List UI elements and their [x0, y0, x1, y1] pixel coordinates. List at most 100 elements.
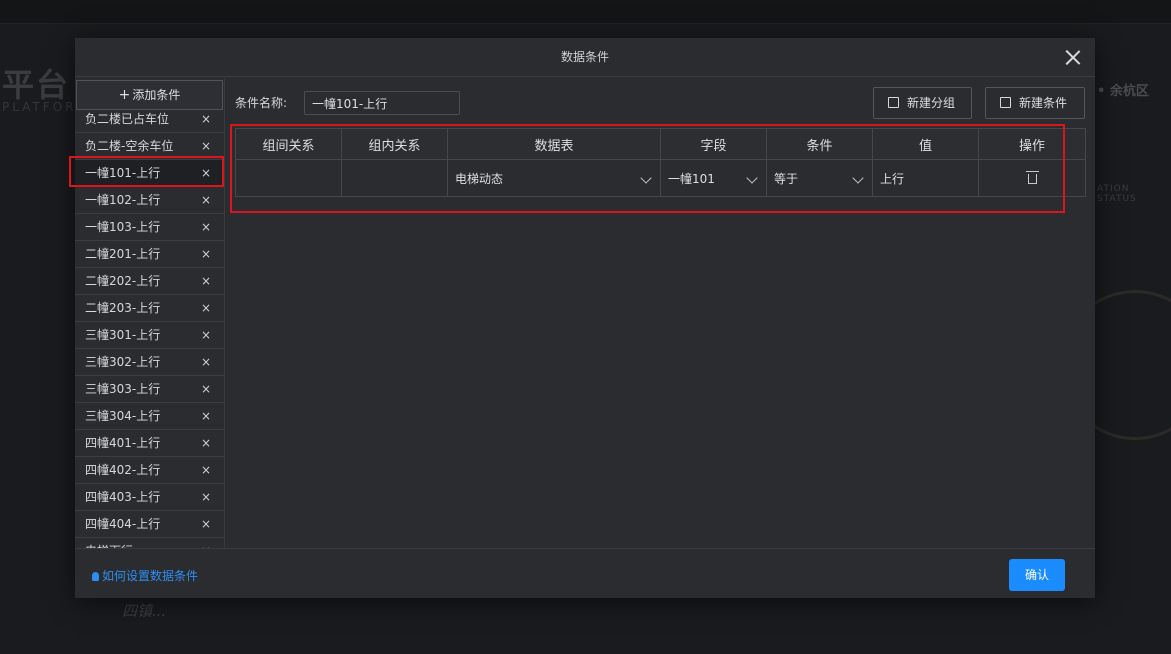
condition-editor: 条件名称: 新建分组 新建条件 组间关系 组内关系 数据表 字段 条件 值 操作 — [225, 78, 1095, 548]
condition-list-item[interactable]: 三幢301-上行 × — [75, 322, 224, 349]
condition-list-item[interactable]: 四幢402-上行 × — [75, 457, 224, 484]
remove-condition-icon[interactable]: × — [201, 457, 211, 483]
new-group-button[interactable]: 新建分组 — [873, 87, 972, 119]
field-select[interactable]: 一幢101 — [660, 159, 767, 197]
condition-list-item[interactable]: 负二楼-空余车位 × — [75, 133, 224, 160]
table-row: 电梯动态 一幢101 等于 上行 — [235, 159, 1086, 197]
remove-condition-icon[interactable]: × — [201, 214, 211, 240]
condition-item-label: 二幢202-上行 — [85, 274, 161, 288]
condition-item-label: 三幢301-上行 — [85, 328, 161, 342]
condition-item-label: 四幢401-上行 — [85, 436, 161, 450]
help-link-label: 如何设置数据条件 — [102, 569, 199, 583]
condition-name-input[interactable] — [304, 91, 460, 115]
chevron-down-icon — [640, 172, 652, 184]
condition-item-label: 三幢303-上行 — [85, 382, 161, 396]
remove-condition-icon[interactable]: × — [201, 511, 211, 537]
remove-condition-icon[interactable]: × — [201, 133, 211, 159]
condition-sidebar: 负二楼已占车位 × 负二楼-空余车位 × 一幢101-上行 × 一幢102-上行 × 一幢103… — [75, 78, 225, 548]
data-table-select[interactable]: 电梯动态 — [447, 159, 661, 197]
header-condition: 条件 — [766, 128, 873, 160]
condition-list-item[interactable]: 三幢303-上行 × — [75, 376, 224, 403]
new-group-label: 新建分组 — [907, 96, 956, 110]
header-group-relation: 组间关系 — [235, 128, 342, 160]
dialog-header: 数据条件 — [75, 38, 1095, 77]
field-value: 一幢101 — [668, 171, 715, 186]
remove-condition-icon[interactable]: × — [201, 187, 211, 213]
help-link[interactable]: 如何设置数据条件 — [92, 567, 198, 584]
action-cell — [978, 159, 1086, 197]
condition-list-item[interactable]: 二幢203-上行 × — [75, 295, 224, 322]
background-region: • 余杭区 — [1097, 84, 1149, 99]
condition-list-item[interactable]: 三幢304-上行 × — [75, 403, 224, 430]
condition-list-item[interactable]: 一幢102-上行 × — [75, 187, 224, 214]
dialog-title: 数据条件 — [560, 50, 609, 64]
new-condition-label: 新建条件 — [1019, 96, 1068, 110]
header-field: 字段 — [660, 128, 767, 160]
condition-item-label: 一幢102-上行 — [85, 193, 161, 207]
condition-item-label: 一幢101-上行 — [85, 166, 161, 180]
condition-name-label: 条件名称: — [235, 96, 288, 110]
condition-list-item[interactable]: 电梯下行× — [75, 538, 224, 548]
condition-list-item[interactable]: 四幢403-上行 × — [75, 484, 224, 511]
condition-list-item[interactable]: 二幢202-上行 × — [75, 268, 224, 295]
plus-icon: + — [118, 87, 131, 103]
condition-list-item[interactable]: 四幢401-上行 × — [75, 430, 224, 457]
condition-list-item[interactable]: 三幢302-上行 × — [75, 349, 224, 376]
condition-item-label: 四幢404-上行 — [85, 517, 161, 531]
remove-condition-icon[interactable]: × — [201, 349, 211, 375]
table-header-row: 组间关系 组内关系 数据表 字段 条件 值 操作 — [235, 128, 1086, 160]
condition-list: 负二楼已占车位 × 负二楼-空余车位 × 一幢101-上行 × 一幢102-上行 × 一幢103… — [75, 106, 224, 548]
condition-item-label: 二幢203-上行 — [85, 301, 161, 315]
data-condition-dialog: 数据条件 负二楼已占车位 × 负二楼-空余车位 × 一幢101-上行 × 一幢102-上行 ×… — [75, 38, 1095, 598]
group-relation-cell[interactable] — [235, 159, 342, 197]
chevron-down-icon — [852, 172, 864, 184]
condition-item-label: 负二楼-空余车位 — [85, 139, 174, 153]
new-condition-icon — [1000, 97, 1011, 108]
condition-select[interactable]: 等于 — [766, 159, 873, 197]
add-condition-label: 添加条件 — [132, 88, 181, 102]
inner-relation-cell[interactable] — [341, 159, 448, 197]
chevron-down-icon — [746, 172, 758, 184]
remove-condition-icon[interactable]: × — [201, 241, 211, 267]
new-group-icon — [888, 97, 899, 108]
condition-list-item[interactable]: 负二楼已占车位 × — [75, 106, 224, 133]
remove-condition-icon[interactable]: × — [201, 322, 211, 348]
header-inner-relation: 组内关系 — [341, 128, 448, 160]
condition-item-label: 四幢403-上行 — [85, 490, 161, 504]
remove-condition-icon[interactable]: × — [201, 484, 211, 510]
condition-item-label: 三幢304-上行 — [85, 409, 161, 423]
condition-list-item[interactable]: 一幢103-上行 × — [75, 214, 224, 241]
condition-item-label: 二幢201-上行 — [85, 247, 161, 261]
remove-condition-icon[interactable]: × — [201, 160, 211, 186]
confirm-button[interactable]: 确认 — [1009, 559, 1065, 591]
background-topbar — [0, 0, 1171, 24]
condition-table: 组间关系 组内关系 数据表 字段 条件 值 操作 电梯动态 一幢101 等于 上… — [235, 128, 1086, 197]
header-data-table: 数据表 — [447, 128, 661, 160]
condition-item-label: 四幢402-上行 — [85, 463, 161, 477]
close-icon[interactable] — [1065, 49, 1081, 65]
condition-item-label: 三幢302-上行 — [85, 355, 161, 369]
header-action: 操作 — [978, 128, 1086, 160]
background-status-label: ATION STATUS — [1097, 184, 1137, 204]
add-condition-button[interactable]: + 添加条件 — [76, 80, 223, 110]
value-input[interactable]: 上行 — [872, 159, 979, 197]
remove-condition-icon[interactable]: × — [201, 538, 211, 548]
remove-condition-icon[interactable]: × — [201, 430, 211, 456]
remove-condition-icon[interactable]: × — [201, 376, 211, 402]
data-table-value: 电梯动态 — [455, 171, 504, 186]
dialog-footer: 如何设置数据条件 确认 — [75, 548, 1095, 598]
condition-list-item[interactable]: 二幢201-上行 × — [75, 241, 224, 268]
background-handwriting: 四镇... — [122, 602, 167, 620]
remove-condition-icon[interactable]: × — [201, 295, 211, 321]
header-value: 值 — [872, 128, 979, 160]
condition-list-item[interactable]: 四幢404-上行 × — [75, 511, 224, 538]
condition-item-label: 一幢103-上行 — [85, 220, 161, 234]
condition-item-label: 负二楼已占车位 — [85, 112, 170, 126]
condition-value: 等于 — [774, 171, 799, 186]
condition-list-item[interactable]: 一幢101-上行 × — [75, 160, 224, 187]
lightbulb-icon — [92, 572, 99, 581]
remove-condition-icon[interactable]: × — [201, 268, 211, 294]
remove-condition-icon[interactable]: × — [201, 403, 211, 429]
new-condition-button[interactable]: 新建条件 — [985, 87, 1085, 119]
trash-icon[interactable] — [1025, 171, 1039, 184]
